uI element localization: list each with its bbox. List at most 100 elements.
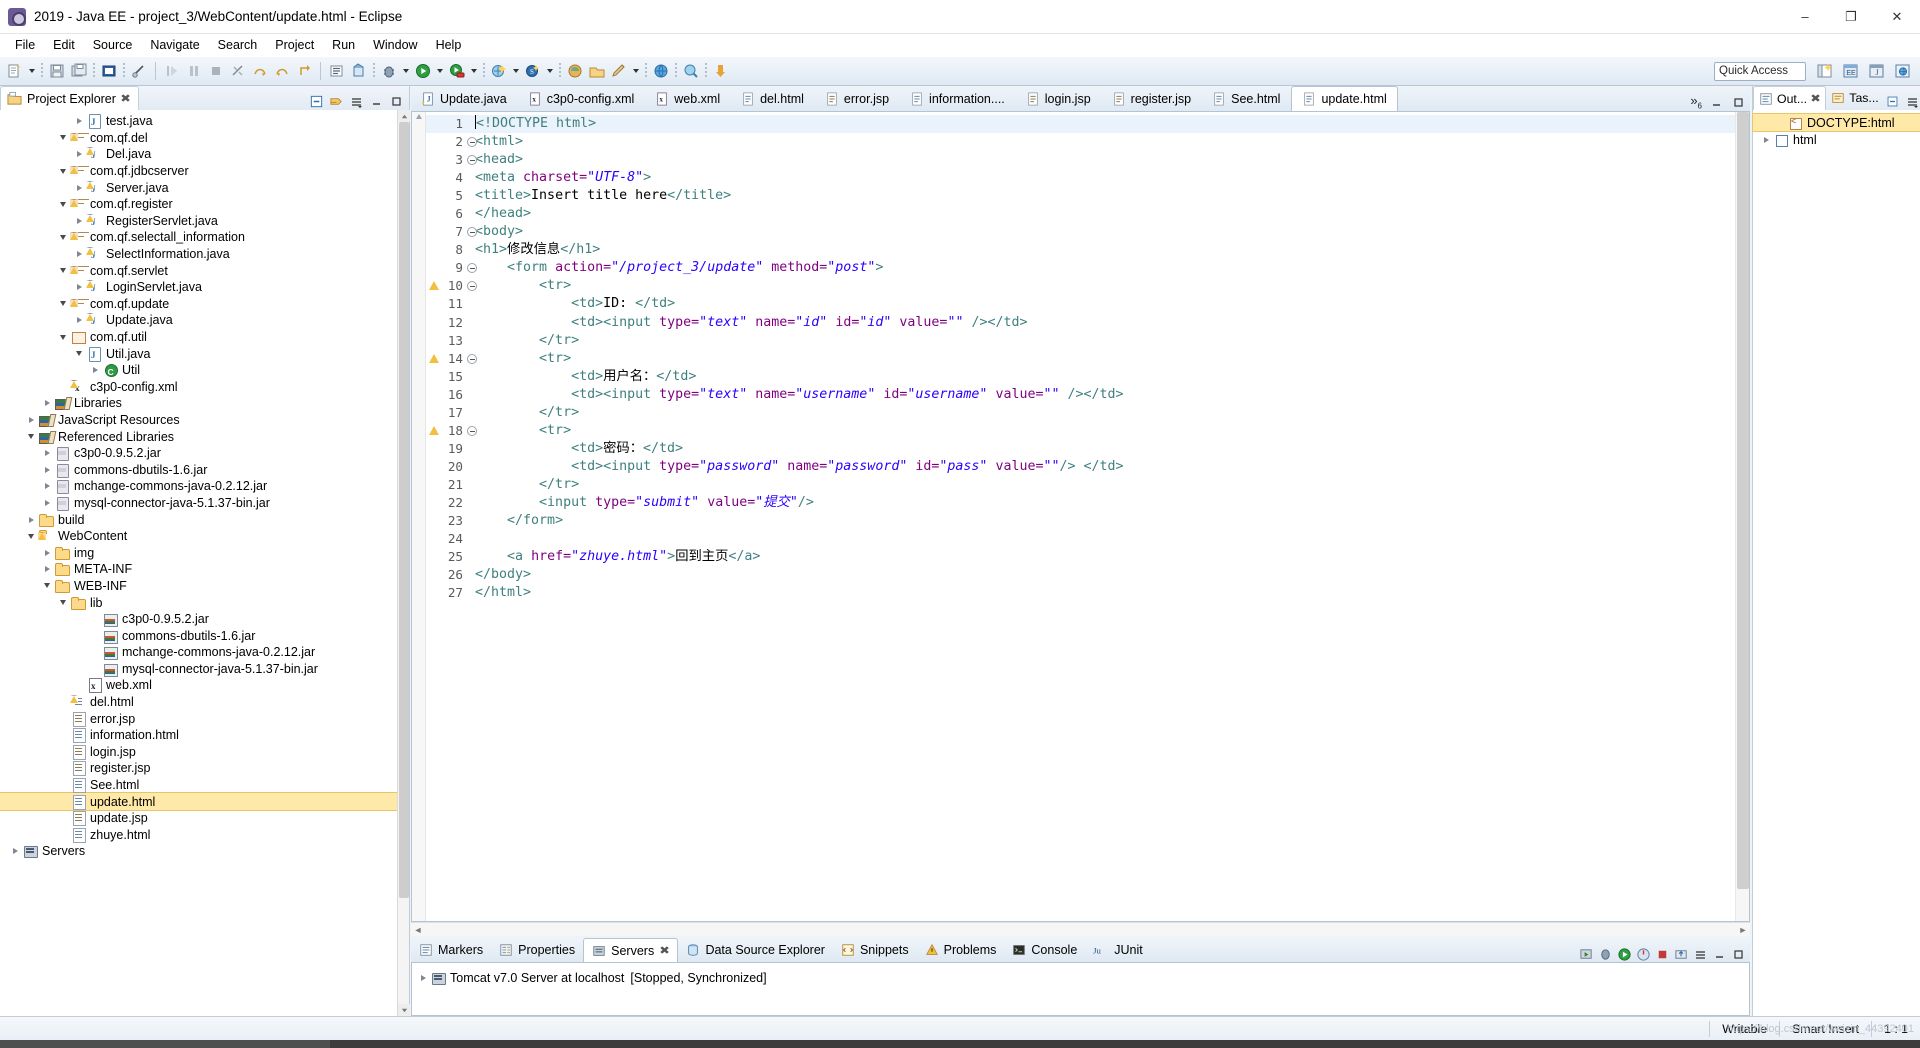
save-icon[interactable] (46, 60, 68, 82)
code-line[interactable]: 4 <meta charset="UTF-8"> (426, 169, 1735, 187)
close-icon[interactable]: ✖ (660, 944, 671, 957)
tree-item[interactable]: Update.java (0, 312, 397, 329)
tree-item[interactable]: commons-dbutils-1.6.jar (0, 461, 397, 478)
web-browser-icon[interactable] (650, 60, 672, 82)
tree-item[interactable]: mchange-commons-java-0.2.12.jar (0, 478, 397, 495)
code-line[interactable]: 22 <input type="submit" value="提交"/> (426, 494, 1735, 512)
code-line[interactable]: 16 <td><input type="text" name="username… (426, 386, 1735, 404)
menu-edit[interactable]: Edit (44, 36, 84, 54)
tree-item[interactable]: com.qf.register (0, 196, 397, 213)
open-perspective-icon[interactable] (1813, 60, 1837, 82)
code-line[interactable]: 27 </html> (426, 584, 1735, 602)
scroll-up-arrow[interactable] (398, 110, 410, 122)
code-line[interactable]: 5 <title>Insert title here</title> (426, 187, 1735, 205)
terminate-icon[interactable] (205, 60, 227, 82)
search-web-icon[interactable] (680, 60, 702, 82)
tree-item[interactable]: commons-dbutils-1.6.jar (0, 627, 397, 644)
view-menu-icon[interactable] (1692, 946, 1708, 962)
code-line[interactable]: 3 <head> (426, 151, 1735, 169)
chevron-right-icon[interactable] (40, 445, 54, 461)
new-java-project-dropdown-icon[interactable] (510, 60, 522, 82)
tree-item[interactable]: lib (0, 594, 397, 611)
tree-item[interactable]: See.html (0, 777, 397, 794)
chevron-right-icon[interactable] (40, 495, 54, 511)
editor-tab-del-html[interactable]: del.html (731, 86, 815, 111)
code-viewport[interactable]: 1 <!DOCTYPE html> 2 <html> 3 <head> 4 <meta cha… (426, 112, 1735, 921)
profile-server-icon[interactable] (1635, 946, 1651, 962)
chevron-down-icon[interactable] (56, 296, 70, 312)
fold-collapse-icon[interactable] (467, 137, 477, 148)
editor-tab-error-jsp[interactable]: error.jsp (815, 86, 900, 111)
fold-collapse-icon[interactable] (467, 353, 477, 364)
chevron-down-icon[interactable] (56, 130, 70, 146)
chevron-right-icon[interactable] (40, 478, 54, 494)
minimize-view-icon[interactable] (1711, 946, 1727, 962)
tree-item[interactable]: Libraries (0, 395, 397, 412)
new-wizard-icon[interactable] (4, 60, 26, 82)
run-server-dropdown-icon[interactable] (468, 60, 480, 82)
chevron-down-icon[interactable] (56, 163, 70, 179)
maximize-view-icon[interactable] (1730, 946, 1746, 962)
tree-item[interactable]: del.html (0, 694, 397, 711)
chevron-right-icon[interactable] (72, 246, 86, 262)
menu-window[interactable]: Window (364, 36, 426, 54)
tree-item[interactable]: Util.java (0, 345, 397, 363)
open-type-icon[interactable] (348, 60, 370, 82)
project-tree-scrollbar[interactable] (397, 110, 410, 1016)
chevron-right-icon[interactable] (24, 412, 38, 428)
tree-item[interactable]: web.xml (0, 677, 397, 694)
tab-outline[interactable]: Out... ✖ (1753, 86, 1827, 110)
code-line[interactable]: 25 <a href="zhuye.html">回到主页</a> (426, 548, 1735, 566)
outline-item[interactable]: DOCTYPE:html (1752, 113, 1920, 132)
tree-item[interactable]: com.qf.del (0, 130, 397, 147)
download-icon[interactable] (710, 60, 732, 82)
tree-item[interactable]: mchange-commons-java-0.2.12.jar (0, 644, 397, 661)
chevron-right-icon[interactable] (72, 279, 86, 295)
chevron-down-icon[interactable] (56, 329, 70, 345)
tree-item[interactable]: information.html (0, 727, 397, 744)
save-all-icon[interactable] (68, 60, 90, 82)
tree-item[interactable]: test.java (0, 113, 397, 130)
chevron-right-icon[interactable] (88, 362, 102, 378)
chevron-right-icon[interactable] (72, 312, 86, 328)
tree-item[interactable]: Server.java (0, 179, 397, 197)
tree-item[interactable]: mysql-connector-java-5.1.37-bin.jar (0, 495, 397, 512)
code-line[interactable]: 24 (426, 530, 1735, 548)
run-server-icon[interactable] (1616, 946, 1632, 962)
chevron-down-icon[interactable] (72, 346, 86, 362)
bottom-tab-console[interactable]: Console (1004, 938, 1085, 962)
run-server-icon[interactable] (446, 60, 468, 82)
tree-item[interactable]: register.jsp (0, 760, 397, 777)
new-java-project-icon[interactable] (488, 60, 510, 82)
menu-search[interactable]: Search (209, 36, 267, 54)
java-perspective-icon[interactable]: J (1865, 60, 1889, 82)
open-task-icon[interactable] (326, 60, 348, 82)
bottom-tab-junit[interactable]: Ju JUnit (1085, 938, 1150, 962)
editor-tab-information-[interactable]: information.... (900, 86, 1016, 111)
project-tree[interactable]: test.javacom.qf.del Del.java com.qf.jdbcse… (0, 110, 397, 1016)
stop-server-icon[interactable] (1654, 946, 1670, 962)
bottom-tab-problems[interactable]: Problems (917, 938, 1005, 962)
editor-tab-login-jsp[interactable]: login.jsp (1016, 86, 1102, 111)
tree-item[interactable]: com.qf.servlet (0, 262, 397, 279)
code-line[interactable]: 1 <!DOCTYPE html> (426, 115, 1735, 134)
chevron-right-icon[interactable] (8, 843, 22, 859)
step-into-icon[interactable] (271, 60, 293, 82)
close-button[interactable]: ✕ (1874, 0, 1920, 34)
chevron-right-icon[interactable] (40, 545, 54, 561)
bottom-tab-snippets[interactable]: Snippets (833, 938, 917, 962)
close-icon[interactable]: ✖ (120, 92, 131, 105)
suspend-icon[interactable] (183, 60, 205, 82)
tree-item[interactable]: JavaScript Resources (0, 412, 397, 429)
debug-icon[interactable] (378, 60, 400, 82)
tree-item[interactable]: com.qf.update (0, 296, 397, 313)
new-servlet-dropdown-icon[interactable] (544, 60, 556, 82)
maximize-view-icon[interactable] (387, 92, 405, 110)
print-icon[interactable] (98, 60, 120, 82)
editor-horizontal-scrollbar[interactable]: ◄ ► (411, 922, 1750, 936)
tree-item[interactable]: SelectInformation.java (0, 246, 397, 263)
chevron-right-icon[interactable] (1759, 132, 1773, 148)
start-server-icon[interactable] (1578, 946, 1594, 962)
code-line[interactable]: 6 </head> (426, 205, 1735, 223)
minimize-button[interactable]: – (1782, 0, 1828, 34)
